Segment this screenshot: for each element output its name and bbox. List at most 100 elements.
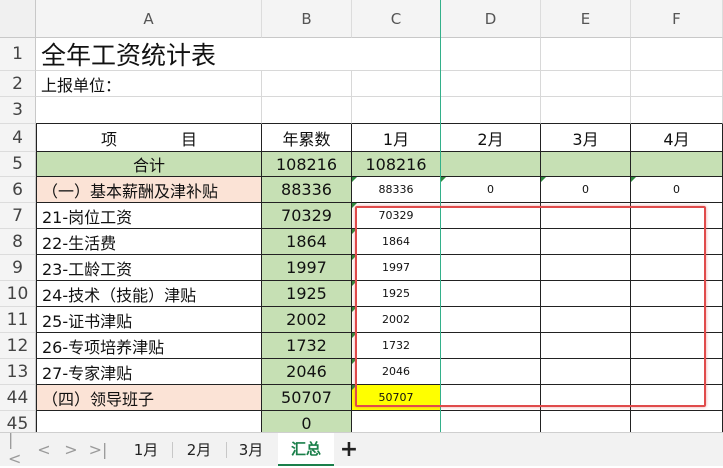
last-sheet-icon[interactable]: >| xyxy=(89,439,108,459)
item-month-2[interactable] xyxy=(441,229,541,255)
item-month-3[interactable] xyxy=(541,229,631,255)
row-header[interactable]: 2 xyxy=(0,71,36,97)
item-month-4[interactable] xyxy=(631,281,723,307)
item-month-2[interactable] xyxy=(441,307,541,333)
cell[interactable] xyxy=(352,411,441,432)
row-header[interactable]: 5 xyxy=(0,152,36,177)
cell[interactable] xyxy=(541,97,631,124)
row-header[interactable]: 8 xyxy=(0,229,36,255)
item-month-3[interactable] xyxy=(541,333,631,359)
item-month-4[interactable] xyxy=(631,203,723,229)
add-sheet-icon[interactable]: + xyxy=(338,437,360,462)
item-month-4[interactable] xyxy=(631,359,723,385)
cell[interactable] xyxy=(631,38,723,71)
item-month-3[interactable] xyxy=(541,385,631,411)
cell[interactable] xyxy=(262,97,352,124)
item-month-1[interactable]: 1997 xyxy=(352,255,441,281)
item-month-1-highlighted[interactable]: 50707 xyxy=(352,385,441,411)
item-month-1[interactable]: 2046 xyxy=(352,359,441,385)
cell[interactable] xyxy=(352,97,441,124)
total-month-4[interactable] xyxy=(631,152,723,177)
cell[interactable] xyxy=(36,411,262,432)
item-month-2[interactable] xyxy=(441,333,541,359)
item-label[interactable]: 22-生活费 xyxy=(36,229,262,255)
column-header-f[interactable]: F xyxy=(631,0,723,38)
header-month-3[interactable]: 3月 xyxy=(541,124,631,152)
item-annual[interactable]: 1925 xyxy=(262,281,352,307)
cell[interactable] xyxy=(352,71,441,97)
item-month-1[interactable]: 88336 xyxy=(352,177,441,203)
total-annual[interactable]: 108216 xyxy=(262,152,352,177)
item-annual[interactable]: 1732 xyxy=(262,333,352,359)
item-month-4[interactable] xyxy=(631,255,723,281)
item-month-3[interactable] xyxy=(541,281,631,307)
item-label[interactable]: （四）领导班子 xyxy=(36,385,262,411)
sheet-tab-feb[interactable]: 2月 xyxy=(175,433,223,466)
total-month-2[interactable] xyxy=(441,152,541,177)
cell[interactable] xyxy=(631,71,723,97)
row-header[interactable]: 9 xyxy=(0,255,36,281)
column-header-e[interactable]: E xyxy=(541,0,631,38)
item-month-2[interactable] xyxy=(441,255,541,281)
column-header-a[interactable]: A xyxy=(36,0,262,38)
item-annual[interactable]: 50707 xyxy=(262,385,352,411)
next-sheet-icon[interactable]: > xyxy=(62,439,80,459)
row-header[interactable]: 11 xyxy=(0,307,36,333)
item-annual[interactable]: 0 xyxy=(262,411,352,432)
item-month-2[interactable]: 0 xyxy=(441,177,541,203)
item-label[interactable]: 25-证书津贴 xyxy=(36,307,262,333)
cell[interactable] xyxy=(541,38,631,71)
item-month-1[interactable]: 1864 xyxy=(352,229,441,255)
row-header[interactable]: 7 xyxy=(0,203,36,229)
cell[interactable] xyxy=(441,411,541,432)
item-month-4[interactable] xyxy=(631,307,723,333)
header-annual-total[interactable]: 年累数 xyxy=(262,124,352,152)
item-annual[interactable]: 2002 xyxy=(262,307,352,333)
column-header-b[interactable]: B xyxy=(262,0,352,38)
item-month-4[interactable] xyxy=(631,385,723,411)
cell[interactable] xyxy=(441,71,541,97)
cell[interactable] xyxy=(541,71,631,97)
item-month-3[interactable] xyxy=(541,307,631,333)
item-month-1[interactable]: 2002 xyxy=(352,307,441,333)
header-month-4[interactable]: 4月 xyxy=(631,124,723,152)
item-month-4[interactable]: 0 xyxy=(631,177,723,203)
prev-sheet-icon[interactable]: < xyxy=(35,439,53,459)
row-header[interactable]: 10 xyxy=(0,281,36,307)
reporting-unit-label[interactable]: 上报单位： xyxy=(36,71,262,97)
column-header-c[interactable]: C xyxy=(352,0,441,38)
row-header[interactable]: 1 xyxy=(0,38,36,71)
cell[interactable] xyxy=(262,71,352,97)
item-month-3[interactable] xyxy=(541,203,631,229)
header-month-1[interactable]: 1月 xyxy=(352,124,441,152)
row-header[interactable]: 13 xyxy=(0,359,36,385)
item-month-2[interactable] xyxy=(441,203,541,229)
item-label[interactable]: 26-专项培养津贴 xyxy=(36,333,262,359)
item-annual[interactable]: 1864 xyxy=(262,229,352,255)
row-header[interactable]: 44 xyxy=(0,385,36,411)
item-month-2[interactable] xyxy=(441,385,541,411)
column-header-d[interactable]: D xyxy=(441,0,541,38)
item-annual[interactable]: 70329 xyxy=(262,203,352,229)
sheet-tab-summary[interactable]: 汇总 xyxy=(278,433,334,466)
item-label[interactable]: 21-岗位工资 xyxy=(36,203,262,229)
item-month-1[interactable]: 1732 xyxy=(352,333,441,359)
item-label[interactable]: 23-工龄工资 xyxy=(36,255,262,281)
item-label[interactable]: 24-技术（技能）津贴 xyxy=(36,281,262,307)
header-month-2[interactable]: 2月 xyxy=(441,124,541,152)
row-header[interactable]: 4 xyxy=(0,124,36,152)
item-month-3[interactable] xyxy=(541,359,631,385)
header-item[interactable]: 项 目 xyxy=(36,124,262,152)
item-month-4[interactable] xyxy=(631,333,723,359)
total-month-3[interactable] xyxy=(541,152,631,177)
cell[interactable] xyxy=(441,97,541,124)
cell[interactable] xyxy=(631,97,723,124)
item-annual[interactable]: 2046 xyxy=(262,359,352,385)
first-sheet-icon[interactable]: |< xyxy=(8,430,26,468)
item-month-1[interactable]: 1925 xyxy=(352,281,441,307)
row-header[interactable]: 6 xyxy=(0,177,36,203)
total-month-1[interactable]: 108216 xyxy=(352,152,441,177)
select-all-corner[interactable] xyxy=(0,0,36,38)
item-month-1[interactable]: 70329 xyxy=(352,203,441,229)
item-month-2[interactable] xyxy=(441,281,541,307)
